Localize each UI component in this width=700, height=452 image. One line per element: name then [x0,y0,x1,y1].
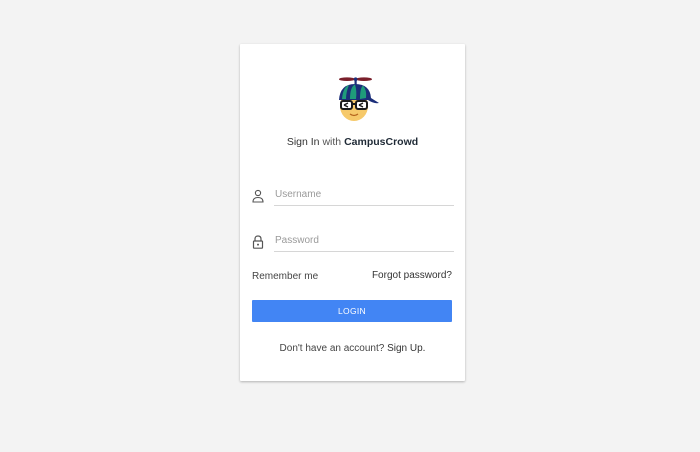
signup-prompt: Don't have an account? Sign Up. [240,343,465,354]
login-button[interactable]: LOGIN [252,300,452,322]
propeller-cap-nerd-icon [339,77,379,121]
username-field-group [252,184,454,208]
password-field-group [252,230,454,254]
signup-prompt-text: Don't have an account? [279,343,385,354]
person-icon [252,189,264,203]
remember-me-toggle[interactable]: Remember me [252,271,318,282]
password-input[interactable] [274,230,454,252]
login-card: Sign In with CampusCrowd Remember me For… [240,44,465,381]
lock-icon [252,235,264,249]
sign-in-title: Sign In with CampusCrowd [240,136,465,148]
forgot-password-link[interactable]: Forgot password? [372,270,452,281]
sign-up-link[interactable]: Sign Up. [387,343,425,354]
title-prefix: Sign In [286,136,320,148]
username-input[interactable] [274,184,454,206]
title-with: with [322,136,342,148]
brand-name: CampusCrowd [344,136,419,148]
